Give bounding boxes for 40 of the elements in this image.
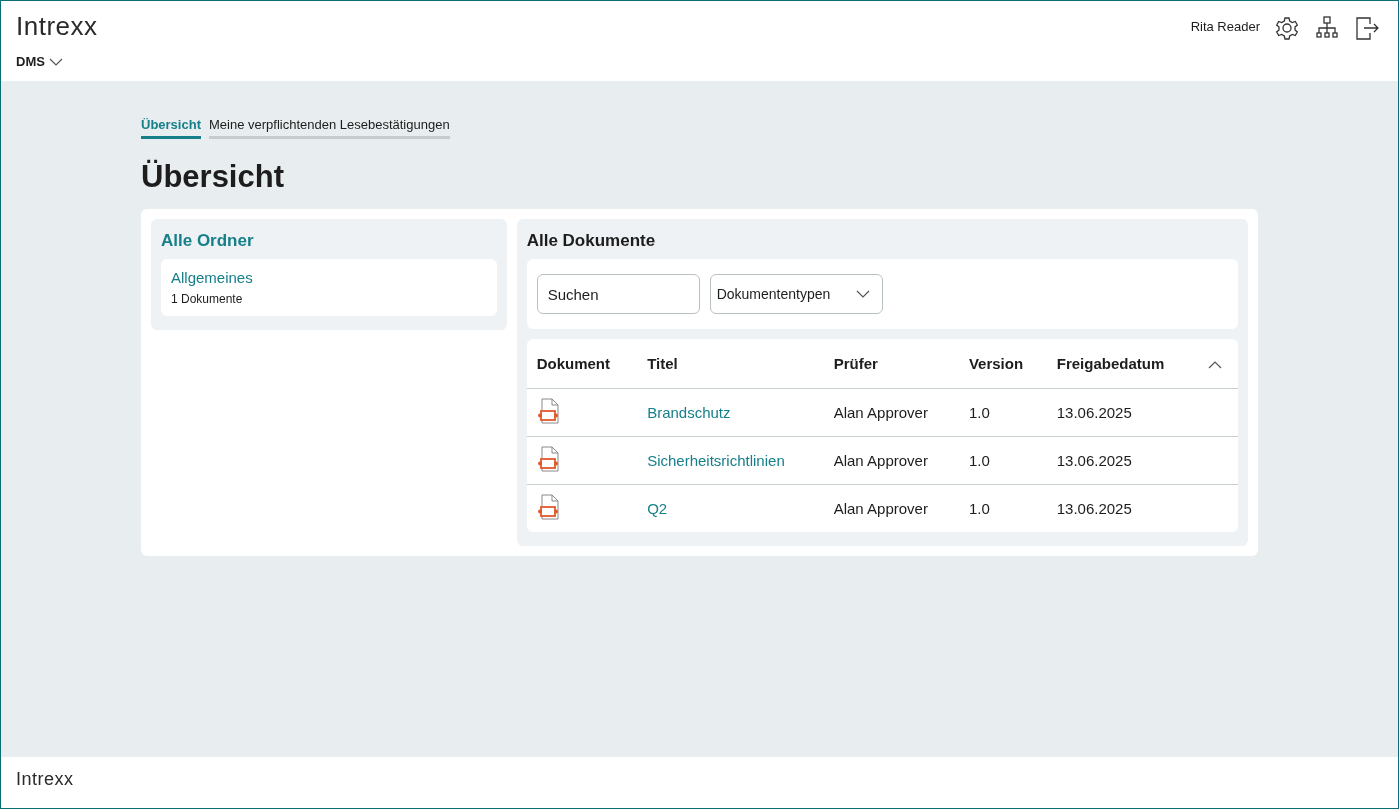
document-title-link[interactable]: Brandschutz xyxy=(637,388,824,437)
logo: Intrexx xyxy=(16,11,98,42)
table-cell: 13.06.2025 xyxy=(1046,436,1198,485)
panel-title: Alle Ordner xyxy=(161,231,255,251)
page-title: Übersicht xyxy=(141,159,285,195)
user-name: Rita Reader xyxy=(1190,19,1260,34)
document-file-icon[interactable] xyxy=(536,446,561,472)
document-file-icon[interactable] xyxy=(536,398,561,424)
panel-title: Alle Dokumente xyxy=(526,231,657,251)
table-cell: 1.0 xyxy=(958,484,1047,532)
document-title-link[interactable]: Q2 xyxy=(637,484,824,532)
column-header[interactable]: Dokument xyxy=(526,339,638,389)
chevron-icon xyxy=(855,290,870,298)
document-title-link[interactable]: Sicherheitsrichtlinien xyxy=(637,436,824,485)
table-cell: 13.06.2025 xyxy=(1046,388,1198,437)
tab[interactable]: Übersicht xyxy=(141,117,201,139)
search-field[interactable]: Suchen xyxy=(536,274,700,314)
chevron-icon xyxy=(48,57,63,66)
sitemap-icon[interactable] xyxy=(1314,15,1340,41)
folder-name: Allgemeines xyxy=(171,269,254,286)
table-cell: 13.06.2025 xyxy=(1046,484,1198,532)
table-cell: Alan Approver xyxy=(823,388,959,437)
column-header[interactable]: Version xyxy=(958,339,1047,389)
table-cell: Alan Approver xyxy=(823,436,959,485)
logout-icon[interactable] xyxy=(1354,15,1380,41)
settings-icon[interactable] xyxy=(1274,15,1300,41)
column-header[interactable]: Prüfer xyxy=(823,339,959,389)
tab[interactable]: Meine verpflichtenden Lesebestätigungen xyxy=(208,117,450,139)
table-cell: Alan Approver xyxy=(823,484,959,532)
column-header[interactable]: Titel xyxy=(637,339,824,389)
document-type-dropdown[interactable]: Dokumententypen xyxy=(709,274,883,314)
footer-logo: Intrexx xyxy=(16,769,75,790)
folder-item[interactable]: Allgemeines 1 Dokumente xyxy=(161,259,497,316)
document-count: 1 Dokumente xyxy=(171,292,244,306)
table-cell: 1.0 xyxy=(958,388,1047,437)
table-cell: 1.0 xyxy=(958,436,1047,485)
document-file-icon[interactable] xyxy=(536,494,561,520)
sort-ascending-icon xyxy=(1207,361,1222,369)
app-menu[interactable]: DMS xyxy=(16,54,98,69)
column-header[interactable]: Freigabedatum xyxy=(1046,339,1198,389)
